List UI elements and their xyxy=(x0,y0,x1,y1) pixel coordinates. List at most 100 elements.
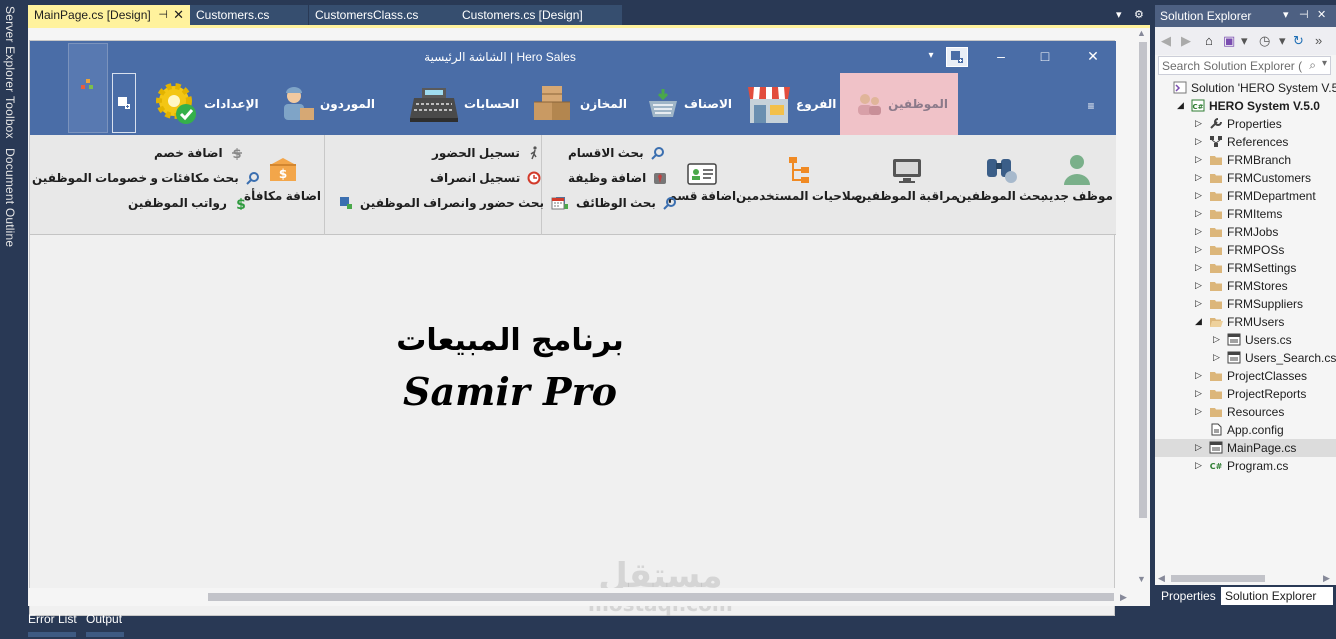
search-bonuses-deductions-button[interactable]: بحث مكافئات و خصومات الموظفين xyxy=(32,170,261,186)
tree-item[interactable]: ▷ References xyxy=(1155,133,1336,151)
search-attendance-button[interactable]: بحث حضور وانصراف الموظفين xyxy=(332,195,566,211)
collapsed-arrow-icon[interactable]: ▷ xyxy=(1195,172,1202,183)
quick-access-small-box[interactable] xyxy=(112,73,136,133)
tree-item[interactable]: ▷ ProjectReports xyxy=(1155,385,1336,403)
refresh-icon[interactable]: ↻ xyxy=(1293,33,1304,49)
server-explorer-tab[interactable]: Server Explorer xyxy=(3,6,17,92)
tree-item[interactable]: ▷ Resources xyxy=(1155,403,1336,421)
scroll-right-icon[interactable]: ▶ xyxy=(1120,592,1127,603)
nav-stores[interactable]: المخازن xyxy=(526,73,627,135)
record-departure-button[interactable]: تسجيل انصراف xyxy=(430,170,542,186)
nav-employees[interactable]: الموظفين xyxy=(840,73,958,135)
collapsed-arrow-icon[interactable]: ▷ xyxy=(1195,460,1202,471)
collapsed-arrow-icon[interactable]: ▷ xyxy=(1195,190,1202,201)
collapsed-arrow-icon[interactable]: ▷ xyxy=(1195,208,1202,219)
collapsed-arrow-icon[interactable]: ▷ xyxy=(1195,280,1202,291)
scroll-up-icon[interactable]: ▲ xyxy=(1137,28,1146,38)
dropdown-icon[interactable]: ▾ xyxy=(1322,58,1327,69)
close-icon[interactable]: ✕ xyxy=(1317,8,1326,21)
collapsed-arrow-icon[interactable]: ▷ xyxy=(1195,298,1202,309)
dropdown-icon[interactable]: ▾ xyxy=(920,47,942,67)
collapsed-arrow-icon[interactable]: ▷ xyxy=(1195,388,1202,399)
settings-gear-icon[interactable]: ⚙ xyxy=(1134,8,1144,21)
tree-item[interactable]: ◢ C# HERO System V.5.0 xyxy=(1155,97,1336,115)
employee-salaries-button[interactable]: $ رواتب الموظفين xyxy=(128,195,249,211)
tree-item[interactable]: ▷ FRMCustomers xyxy=(1155,169,1336,187)
tree-item[interactable]: ▷ FRMJobs xyxy=(1155,223,1336,241)
tree-item[interactable]: ▷ FRMPOSs xyxy=(1155,241,1336,259)
dropdown-icon[interactable]: ▾ xyxy=(1283,8,1289,21)
collapsed-arrow-icon[interactable]: ▷ xyxy=(1213,334,1220,345)
back-icon[interactable]: ◀ xyxy=(1161,33,1171,49)
tree-item[interactable]: ▷ FRMBranch xyxy=(1155,151,1336,169)
history-icon[interactable]: ◷ xyxy=(1259,33,1270,49)
nav-items[interactable]: الاصناف xyxy=(642,73,732,135)
scroll-left-icon[interactable]: ◀ xyxy=(1158,573,1165,584)
collapsed-arrow-icon[interactable]: ▷ xyxy=(1195,262,1202,273)
add-job-button[interactable]: اضافة وظيفة xyxy=(568,170,668,186)
properties-tab[interactable]: Properties xyxy=(1157,587,1220,605)
toolbox-tab[interactable]: Toolbox xyxy=(3,96,17,139)
solution-horizontal-scrollbar[interactable]: ◀ ▶ xyxy=(1155,571,1336,585)
designer-horizontal-scrollbar[interactable]: ▶ xyxy=(28,588,1134,606)
nav-accounts[interactable]: الحسابات xyxy=(404,73,519,135)
vs-switch-icon[interactable]: ▣ xyxy=(1223,33,1235,49)
tab-dropdown-icon[interactable]: ▾ xyxy=(1116,8,1122,21)
collapsed-arrow-icon[interactable]: ▷ xyxy=(1195,406,1202,417)
collapsed-arrow-icon[interactable]: ▷ xyxy=(1195,136,1202,147)
tree-item[interactable]: ▷ FRMDepartment xyxy=(1155,187,1336,205)
new-employee-button[interactable]: موظف جديد xyxy=(1042,145,1113,203)
tree-item[interactable]: ▷ FRMItems xyxy=(1155,205,1336,223)
solution-explorer-tab[interactable]: Solution Explorer xyxy=(1221,587,1333,605)
tree-item[interactable]: ▷ FRMSuppliers xyxy=(1155,295,1336,313)
output-tab[interactable]: Output xyxy=(86,612,122,626)
tab-customers-design[interactable]: Customers.cs [Design] xyxy=(456,5,622,25)
add-deduction-button[interactable]: $ اضافة خصم xyxy=(154,145,245,161)
nav-branches[interactable]: الفروع xyxy=(742,73,836,135)
scroll-right-icon[interactable]: ▶ xyxy=(1323,573,1330,584)
main-form[interactable]: Hero Sales | الشاشة الرئيسية ▾ – □ ✕ ≡ ا… xyxy=(29,40,1116,616)
tree-item[interactable]: ▷ Users_Search.cs xyxy=(1155,349,1336,367)
tree-item[interactable]: ▷ Users.cs xyxy=(1155,331,1336,349)
close-icon[interactable]: ✕ xyxy=(173,7,184,23)
tree-item[interactable]: ▷ FRMSettings xyxy=(1155,259,1336,277)
maximize-button[interactable]: □ xyxy=(1034,47,1056,67)
tree-item[interactable]: ▷ MainPage.cs xyxy=(1155,439,1336,457)
collapsed-arrow-icon[interactable]: ▷ xyxy=(1195,442,1202,453)
collapsed-arrow-icon[interactable]: ▷ xyxy=(1195,154,1202,165)
user-permissions-button[interactable]: صلاحيات المستخدمين xyxy=(736,145,863,203)
monitor-employees-button[interactable]: مراقبة الموظفين xyxy=(856,145,958,203)
collapsed-arrow-icon[interactable]: ▷ xyxy=(1195,118,1202,129)
close-button[interactable]: ✕ xyxy=(1082,47,1104,67)
more-icon[interactable]: » xyxy=(1315,33,1322,48)
designer-vertical-scrollbar[interactable]: ▲ ▼ xyxy=(1134,28,1150,588)
tree-item[interactable]: App.config xyxy=(1155,421,1336,439)
collapsed-arrow-icon[interactable]: ▷ xyxy=(1213,352,1220,363)
add-tab-button[interactable] xyxy=(946,47,968,67)
nav-suppliers[interactable]: الموردون xyxy=(276,73,375,135)
forward-icon[interactable]: ▶ xyxy=(1181,33,1191,49)
pin-icon[interactable]: ⊣ xyxy=(158,8,168,21)
dropdown-icon[interactable]: ▾ xyxy=(1241,33,1248,49)
scroll-down-icon[interactable]: ▼ xyxy=(1137,574,1146,584)
record-attendance-button[interactable]: تسجيل الحضور xyxy=(432,145,542,161)
scroll-thumb[interactable] xyxy=(208,593,1114,601)
collapsed-arrow-icon[interactable]: ▷ xyxy=(1195,370,1202,381)
tab-mainpage-design[interactable]: MainPage.cs [Design] ⊣ ✕ xyxy=(28,5,190,25)
quick-access-box[interactable] xyxy=(68,43,108,133)
tree-item[interactable]: ▷ FRMStores xyxy=(1155,277,1336,295)
expanded-arrow-icon[interactable]: ◢ xyxy=(1177,100,1184,111)
pin-icon[interactable]: ⊣ xyxy=(1299,8,1309,21)
search-jobs-button[interactable]: بحث الوظائف xyxy=(548,195,678,211)
home-icon[interactable]: ⌂ xyxy=(1205,33,1213,48)
error-list-tab[interactable]: Error List xyxy=(28,612,77,626)
tree-item[interactable]: Solution 'HERO System V.5 xyxy=(1155,79,1336,97)
minimize-button[interactable]: – xyxy=(990,47,1012,67)
tree-item[interactable]: ◢ FRMUsers xyxy=(1155,313,1336,331)
search-employees-button[interactable]: بحث الموظفين xyxy=(956,145,1045,203)
solution-search-input[interactable]: Search Solution Explorer ( ⌕ ▾ xyxy=(1158,56,1331,75)
tab-customers[interactable]: Customers.cs xyxy=(190,5,308,25)
dropdown-icon[interactable]: ▾ xyxy=(1279,33,1286,49)
collapsed-arrow-icon[interactable]: ▷ xyxy=(1195,226,1202,237)
nav-settings[interactable]: الإعدادات xyxy=(150,73,259,135)
